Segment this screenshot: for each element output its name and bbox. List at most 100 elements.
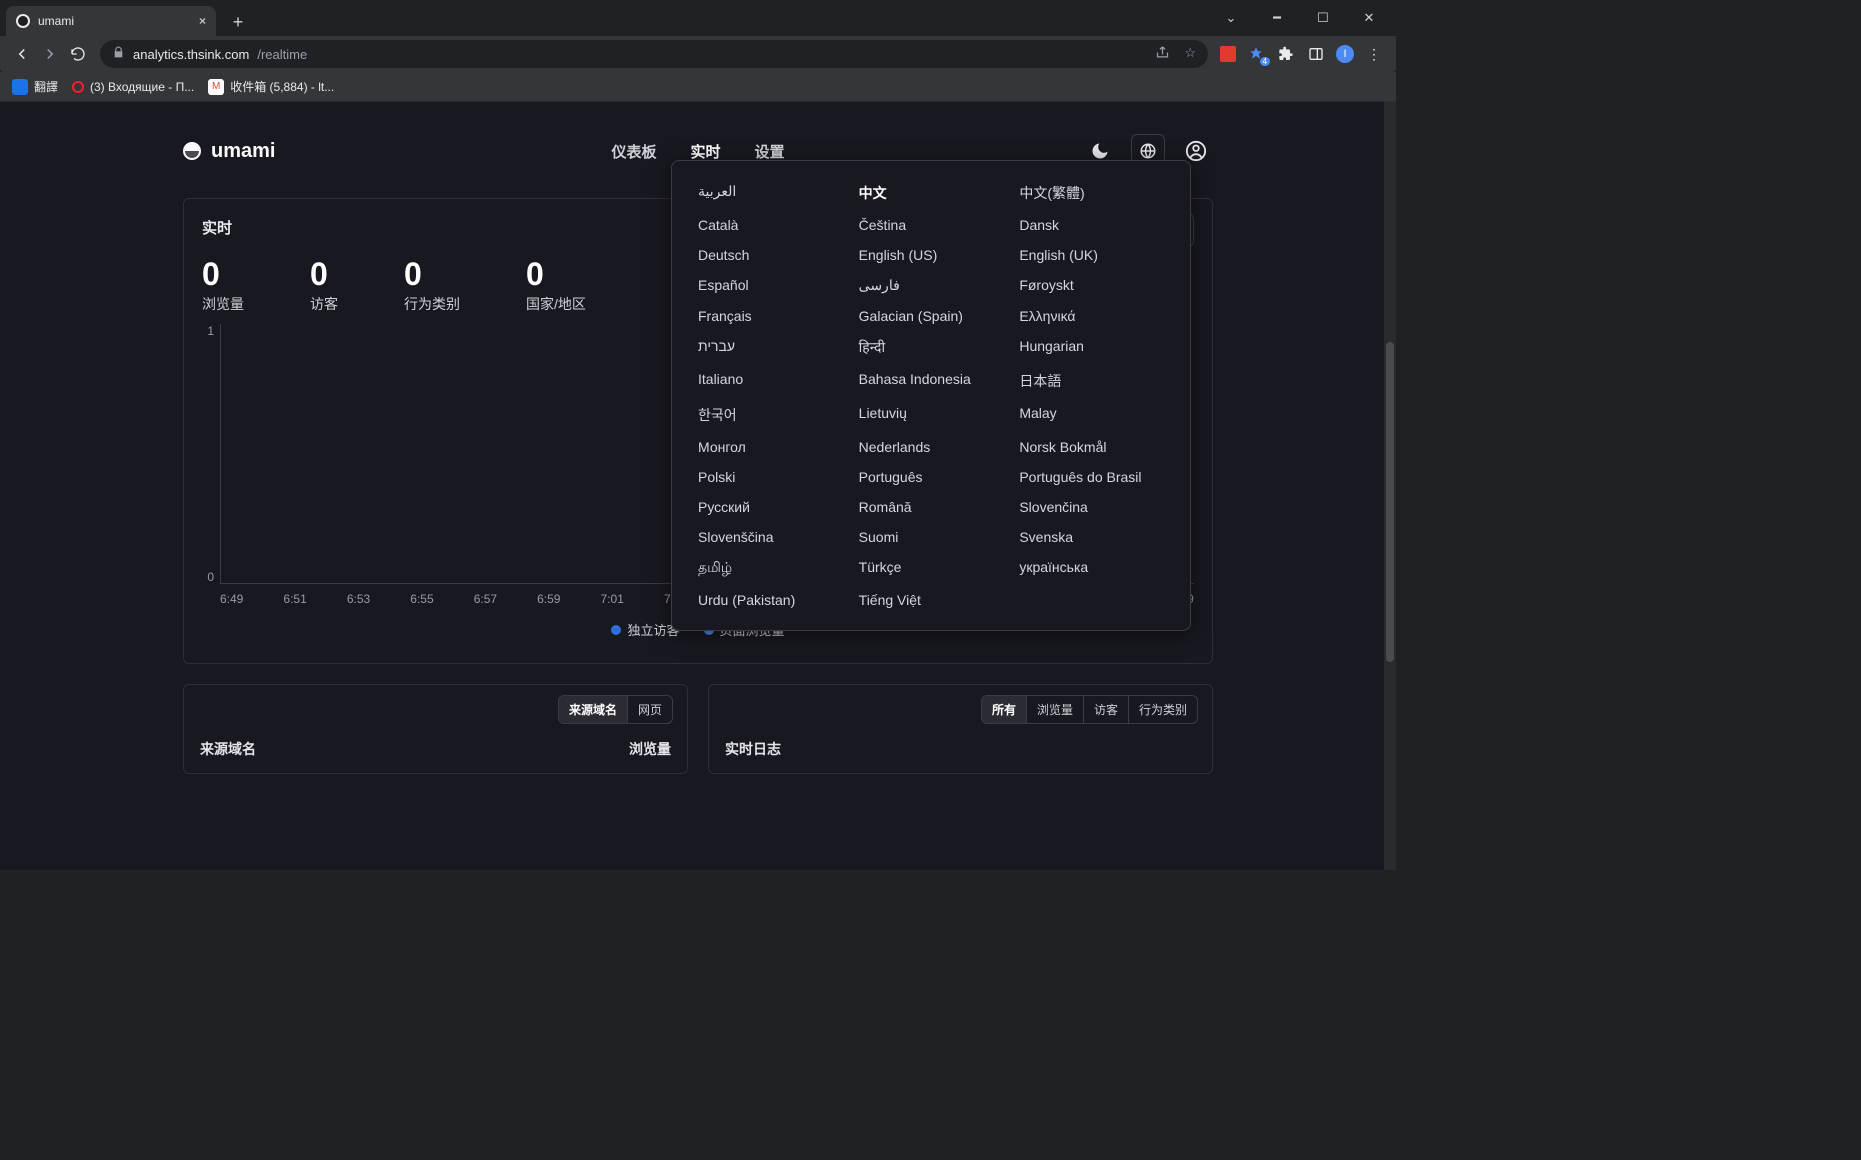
segmented-tab[interactable]: 行为类别: [1129, 696, 1197, 723]
language-option[interactable]: العربية: [698, 183, 843, 203]
kebab-menu-icon[interactable]: ⋮: [1364, 44, 1384, 64]
tab-title: umami: [38, 14, 74, 28]
metric: 0浏览量: [202, 258, 244, 314]
language-option[interactable]: Italiano: [698, 371, 843, 391]
window-close-button[interactable]: ✕: [1346, 0, 1392, 36]
segmented-tab[interactable]: 访客: [1084, 696, 1129, 723]
extensions-puzzle-icon[interactable]: [1276, 44, 1296, 64]
forward-button[interactable]: [36, 40, 64, 68]
language-option[interactable]: Español: [698, 277, 843, 294]
back-button[interactable]: [8, 40, 36, 68]
scrollbar-thumb[interactable]: [1386, 342, 1394, 662]
legend-dot-icon: [611, 625, 621, 635]
language-option[interactable]: فارسی: [859, 277, 1004, 294]
window-minimize-button[interactable]: ━: [1254, 0, 1300, 36]
language-option[interactable]: Tiếng Việt: [859, 592, 1004, 608]
side-panel-icon[interactable]: [1306, 44, 1326, 64]
language-option[interactable]: English (US): [859, 247, 1004, 263]
favicon-icon: [16, 14, 30, 28]
segmented-tab[interactable]: 来源域名: [559, 696, 628, 723]
language-option[interactable]: Urdu (Pakistan): [698, 592, 843, 608]
nav-item[interactable]: 仪表板: [611, 141, 656, 162]
language-option[interactable]: Русский: [698, 499, 843, 515]
x-tick: 6:53: [347, 592, 370, 606]
language-option[interactable]: Polski: [698, 469, 843, 485]
referrers-tabs: 来源域名网页: [558, 695, 673, 724]
bookmark-label: 翻譯: [34, 78, 58, 95]
nav-item[interactable]: 实时: [690, 141, 720, 162]
bookmark-item[interactable]: M收件箱 (5,884) - lt...: [208, 78, 334, 95]
bookmark-star-icon[interactable]: ☆: [1184, 45, 1196, 63]
bookmark-item[interactable]: 翻譯: [12, 78, 58, 95]
scrollbar[interactable]: [1384, 102, 1396, 870]
language-option[interactable]: हिन्दी: [859, 338, 1004, 357]
language-option[interactable]: Deutsch: [698, 247, 843, 263]
language-option[interactable]: Norsk Bokmål: [1019, 439, 1164, 455]
language-option[interactable]: 한국어: [698, 405, 843, 425]
language-option[interactable]: 日本語: [1019, 371, 1164, 391]
extension-blue-icon[interactable]: 4: [1246, 44, 1266, 64]
profile-avatar[interactable]: I: [1336, 45, 1354, 63]
language-option[interactable]: Svenska: [1019, 529, 1164, 545]
language-option[interactable]: Suomi: [859, 529, 1004, 545]
language-option[interactable]: Nederlands: [859, 439, 1004, 455]
language-option[interactable]: Монгол: [698, 439, 843, 455]
language-option[interactable]: українська: [1019, 559, 1164, 578]
browser-toolbar: analytics.thsink.com/realtime ☆ 4 I ⋮: [0, 36, 1396, 72]
address-bar[interactable]: analytics.thsink.com/realtime ☆: [100, 40, 1208, 68]
language-option[interactable]: 中文(繁體): [1019, 183, 1164, 203]
language-option[interactable]: Português: [859, 469, 1004, 485]
language-option[interactable]: Slovenščina: [698, 529, 843, 545]
language-option[interactable]: Català: [698, 217, 843, 233]
x-tick: 6:59: [537, 592, 560, 606]
bookmark-icon: [12, 79, 28, 95]
language-option[interactable]: Slovenčina: [1019, 499, 1164, 515]
language-option[interactable]: Hungarian: [1019, 338, 1164, 357]
metric-label: 浏览量: [202, 294, 244, 314]
reload-button[interactable]: [64, 40, 92, 68]
language-option[interactable]: עברית: [698, 338, 843, 357]
language-option[interactable]: Português do Brasil: [1019, 469, 1164, 485]
logo[interactable]: umami: [183, 140, 275, 163]
log-card: 所有浏览量访客行为类别 实时日志: [708, 684, 1213, 774]
language-option[interactable]: Română: [859, 499, 1004, 515]
language-option[interactable]: Dansk: [1019, 217, 1164, 233]
language-option[interactable]: Lietuvių: [859, 405, 1004, 425]
bookmarks-bar: 翻譯 (3) Входящие - П... M收件箱 (5,884) - lt..…: [0, 72, 1396, 102]
lock-icon: [112, 46, 125, 62]
tab-close-icon[interactable]: ×: [199, 14, 206, 28]
language-option[interactable]: Føroyskt: [1019, 277, 1164, 294]
extension-red-icon[interactable]: [1220, 46, 1236, 62]
language-option[interactable]: English (UK): [1019, 247, 1164, 263]
language-option[interactable]: Français: [698, 308, 843, 324]
x-tick: 6:57: [474, 592, 497, 606]
language-option[interactable]: Bahasa Indonesia: [859, 371, 1004, 391]
nav-item[interactable]: 设置: [755, 141, 785, 162]
metric-label: 访客: [310, 294, 338, 314]
segmented-tab[interactable]: 网页: [628, 696, 672, 723]
language-option[interactable]: Ελληνικά: [1019, 308, 1164, 324]
chevron-down-icon[interactable]: ⌄: [1208, 0, 1254, 36]
language-option[interactable]: தமிழ்: [698, 559, 843, 578]
bottom-row: 来源域名网页 来源域名 浏览量 所有浏览量访客行为类别 实时日志: [183, 684, 1213, 774]
x-tick: 6:51: [283, 592, 306, 606]
share-icon[interactable]: [1155, 45, 1170, 63]
bookmark-item[interactable]: (3) Входящие - П...: [72, 80, 194, 94]
chrome-action-icons: 4 I ⋮: [1216, 44, 1388, 64]
extension-badge: 4: [1260, 57, 1270, 66]
language-option[interactable]: 中文: [859, 183, 1004, 203]
x-tick: 6:49: [220, 592, 243, 606]
language-option[interactable]: Čeština: [859, 217, 1004, 233]
bookmark-icon: M: [208, 79, 224, 95]
browser-tab[interactable]: umami ×: [6, 6, 216, 36]
segmented-tab[interactable]: 浏览量: [1027, 696, 1084, 723]
language-option[interactable]: Türkçe: [859, 559, 1004, 578]
language-dropdown[interactable]: العربية 中文中文(繁體) Català Čeština Dansk Deutsch…: [671, 160, 1191, 631]
language-option[interactable]: Malay: [1019, 405, 1164, 425]
language-option[interactable]: Galacian (Spain): [859, 308, 1004, 324]
new-tab-button[interactable]: +: [224, 8, 252, 36]
y-tick: 0: [207, 570, 214, 584]
window-maximize-button[interactable]: ☐: [1300, 0, 1346, 36]
segmented-tab[interactable]: 所有: [982, 696, 1027, 723]
main-nav: 仪表板 实时 设置: [611, 141, 784, 162]
